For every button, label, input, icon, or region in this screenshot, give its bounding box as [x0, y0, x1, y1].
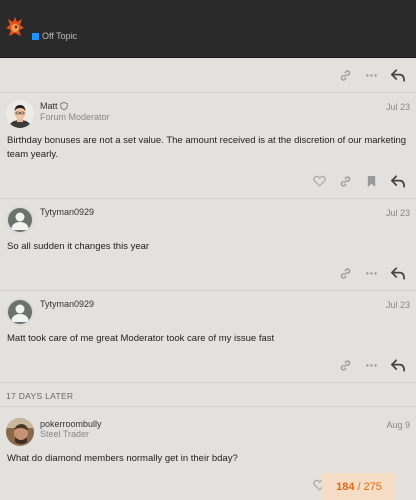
post-date[interactable]: Jul 23	[386, 102, 410, 112]
more-options-icon[interactable]	[362, 356, 380, 374]
post-tytyman-1: Tytyman0929 Jul 23 So all sudden it chan…	[0, 198, 416, 290]
reply-icon[interactable]	[389, 172, 407, 190]
post-date[interactable]: Jul 23	[386, 208, 410, 218]
avatar[interactable]	[6, 100, 34, 128]
post-user-title: Steel Trader	[40, 429, 90, 439]
progress-total: 275	[363, 480, 382, 493]
post-actions-row	[0, 172, 416, 192]
post-actions-row	[0, 264, 416, 284]
reply-icon[interactable]	[389, 66, 407, 84]
progress-separator: /	[357, 480, 361, 493]
post-body: What do diamond members normally get in …	[7, 453, 238, 464]
post-date[interactable]: Jul 23	[386, 300, 410, 310]
post-body: Matt took care of me great Moderator too…	[7, 333, 275, 344]
post-username[interactable]: pokerroombully	[40, 419, 102, 429]
post-user-title: Forum Moderator	[40, 112, 110, 122]
avatar[interactable]	[6, 418, 34, 446]
top-header: Off Topic	[0, 0, 416, 58]
link-icon[interactable]	[336, 264, 354, 282]
post-actions-row	[0, 66, 416, 86]
moderator-shield-icon	[60, 101, 68, 111]
reply-icon[interactable]	[389, 264, 407, 282]
progress-current: 184	[336, 480, 355, 493]
link-icon[interactable]	[336, 356, 354, 374]
post-username[interactable]: Matt	[40, 101, 68, 111]
post-tytyman-2: Tytyman0929 Jul 23 Matt took care of me …	[0, 290, 416, 382]
post-username[interactable]: Tytyman0929	[40, 299, 94, 309]
more-options-icon[interactable]	[362, 66, 380, 84]
reply-icon[interactable]	[389, 356, 407, 374]
default-avatar-icon[interactable]	[6, 298, 34, 326]
more-options-icon[interactable]	[362, 264, 380, 282]
like-heart-icon[interactable]	[310, 172, 328, 190]
bookmark-icon[interactable]	[362, 172, 380, 190]
post-body: So all sudden it changes this year	[7, 241, 150, 252]
category-color-square	[32, 32, 39, 40]
site-logo-icon[interactable]	[5, 16, 25, 40]
post-matt: Matt Forum Moderator Jul 23 Birthday bon…	[0, 92, 416, 198]
time-gap-label: 17 DAYS LATER	[6, 391, 74, 401]
link-icon[interactable]	[336, 66, 354, 84]
post-divider	[0, 382, 416, 383]
default-avatar-icon[interactable]	[6, 206, 34, 234]
topic-progress-indicator[interactable]: 184 / 275	[322, 473, 396, 500]
post-actions-row	[0, 356, 416, 376]
post-body: Birthday bonuses are not a set value. Th…	[7, 135, 407, 160]
post-username[interactable]: Tytyman0929	[40, 207, 94, 217]
category-label: Off Topic	[42, 31, 78, 41]
link-icon[interactable]	[336, 172, 354, 190]
post-date[interactable]: Aug 9	[386, 420, 410, 430]
category-badge[interactable]: Off Topic	[32, 31, 77, 41]
